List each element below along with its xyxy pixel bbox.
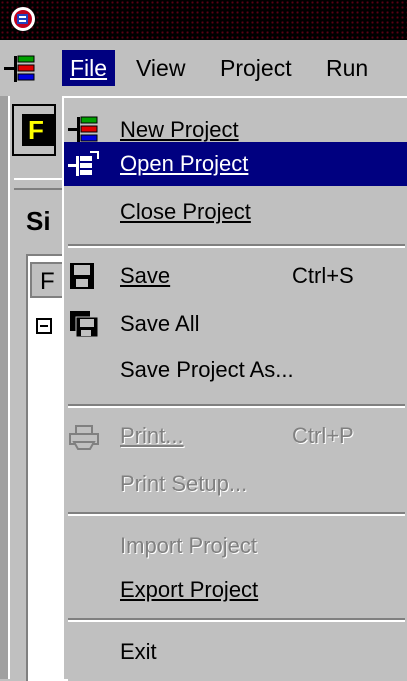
menu-view[interactable]: View xyxy=(136,50,185,86)
print-shortcut: Ctrl+P xyxy=(292,423,354,448)
menu-view-label: View xyxy=(136,55,186,81)
save-shortcut: Ctrl+S xyxy=(292,263,354,288)
menu-file-label: File xyxy=(70,55,108,81)
menu-bar: File View Project Run xyxy=(0,40,407,96)
menu-item-import-project[interactable]: Import Project xyxy=(64,524,407,568)
new-project-label: New Project xyxy=(120,117,239,142)
export-project-label: Export Project xyxy=(120,577,259,602)
toolbar-button[interactable]: F xyxy=(12,104,56,156)
menu-item-save-project-as[interactable]: Save Project As... xyxy=(64,348,407,392)
menu-separator xyxy=(68,404,405,408)
title-bar xyxy=(0,0,407,40)
menu-item-save-all[interactable]: Save All xyxy=(64,302,407,346)
window-edge xyxy=(0,96,10,679)
print-label: Print... xyxy=(120,423,184,448)
new-project-icon xyxy=(68,116,98,143)
menu-item-exit[interactable]: Exit xyxy=(64,630,407,674)
save-all-label: Save All xyxy=(120,311,200,336)
menu-project[interactable]: Project xyxy=(220,50,292,86)
collapse-icon[interactable] xyxy=(36,318,52,334)
open-project-icon xyxy=(68,151,99,176)
menu-project-label: Project xyxy=(220,55,292,81)
panel-tab[interactable]: F xyxy=(30,262,62,298)
menu-separator xyxy=(68,512,405,516)
toolbar-grip[interactable] xyxy=(14,178,62,190)
menu-item-close-project[interactable]: Close Project xyxy=(64,190,407,234)
app-icon[interactable] xyxy=(10,6,36,32)
save-all-icon xyxy=(70,311,99,338)
panel-title: Si xyxy=(26,206,51,236)
project-tree-icon[interactable] xyxy=(4,54,38,84)
menu-item-save[interactable]: Save Ctrl+S xyxy=(64,254,407,298)
menu-item-print-setup[interactable]: Print Setup... xyxy=(64,462,407,506)
menu-item-export-project[interactable]: Export Project xyxy=(64,568,407,612)
toolbar-button-label: F xyxy=(22,114,54,146)
print-setup-label: Print Setup... xyxy=(120,471,248,496)
exit-label: Exit xyxy=(120,639,157,664)
menu-file[interactable]: File xyxy=(62,50,116,86)
menu-separator xyxy=(68,244,405,248)
printer-icon xyxy=(69,425,99,450)
save-icon xyxy=(70,263,94,289)
menu-item-open-project[interactable]: Open Project xyxy=(64,142,407,186)
menu-run[interactable]: Run xyxy=(326,50,368,86)
save-project-as-label: Save Project As... xyxy=(120,357,294,382)
save-label: Save xyxy=(120,263,171,288)
close-project-label: Close Project xyxy=(120,199,251,224)
file-menu: New Project Open Project Close Project S… xyxy=(62,96,407,679)
menu-run-label: Run xyxy=(326,55,369,81)
open-project-label: Open Project xyxy=(120,151,249,176)
import-project-label: Import Project xyxy=(120,533,257,558)
menu-separator xyxy=(68,618,405,622)
menu-item-print[interactable]: Print... Ctrl+P xyxy=(64,414,407,458)
